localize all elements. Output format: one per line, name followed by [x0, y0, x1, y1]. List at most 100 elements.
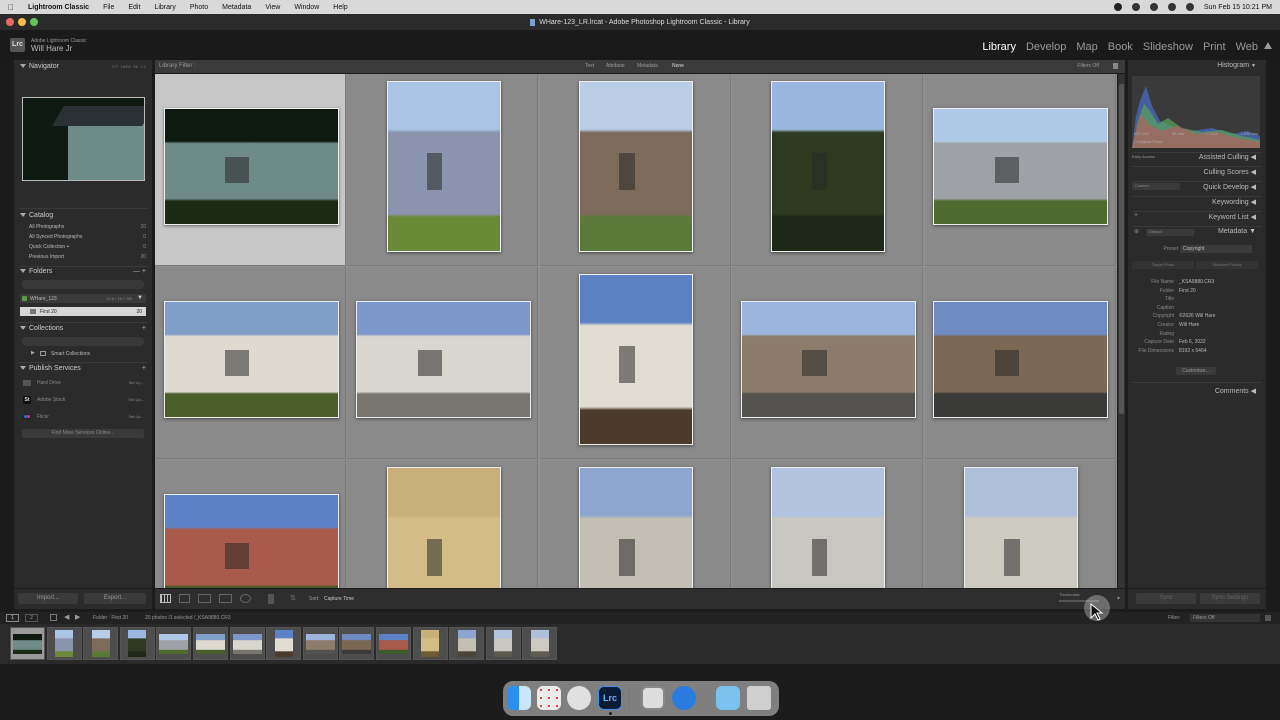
screenshot-icon[interactable] [641, 686, 665, 710]
metadata-row[interactable]: Creator Will Hare [1128, 322, 1266, 330]
grid-cell[interactable] [924, 460, 1116, 588]
metadata-value[interactable]: Feb 6, 2022 [1179, 339, 1206, 345]
folders-search-field[interactable] [22, 280, 144, 289]
catalog-item-all-photographs[interactable]: All Photographs 20 [14, 224, 152, 233]
module-develop[interactable]: Develop [1026, 41, 1066, 53]
grid-cell[interactable] [924, 267, 1116, 459]
grid-cell[interactable] [732, 267, 924, 459]
menu-metadata[interactable]: Metadata [222, 4, 251, 11]
menubar-clock[interactable]: Sun Feb 15 10:21 PM [1204, 4, 1272, 11]
filter-attribute[interactable]: Attribute [606, 63, 625, 69]
module-library[interactable]: Library [982, 41, 1016, 53]
menu-edit[interactable]: Edit [128, 4, 140, 11]
photo-thumbnail[interactable] [578, 467, 693, 588]
metadata-row[interactable]: File Dimensions 8192 x 5464 [1128, 348, 1266, 356]
grid-view-icon[interactable] [160, 594, 171, 603]
collections-add-icon[interactable]: + [142, 323, 146, 334]
histogram-header[interactable]: Histogram ▼ [1217, 62, 1256, 69]
scrollbar-knob[interactable] [1119, 84, 1124, 414]
thumbnail-grid[interactable] [155, 74, 1117, 588]
filmstrip-thumbnail[interactable] [156, 627, 192, 660]
menu-window[interactable]: Window [294, 4, 319, 11]
assisted-culling-header[interactable]: Assisted Culling ◀ [1199, 153, 1256, 161]
survey-view-icon[interactable] [219, 594, 232, 603]
catalog-header[interactable]: Catalog [14, 210, 152, 221]
filmstrip-thumbnail[interactable] [229, 627, 265, 660]
metadata-header[interactable]: Metadata ▼ [1218, 228, 1256, 235]
creative-cloud-icon[interactable] [1131, 3, 1140, 11]
photo-thumbnail[interactable] [163, 301, 339, 418]
publish-adobe-stock[interactable]: St Adobe Stock Set Up... [20, 395, 146, 405]
target-photo-button[interactable]: Target Photo [1132, 261, 1194, 269]
grid-cell[interactable] [347, 267, 539, 459]
page-1-button[interactable]: 1 [6, 614, 19, 622]
metadata-row[interactable]: File Name _KSA9880.CR3 [1128, 279, 1266, 287]
filter-none[interactable]: None [672, 63, 684, 69]
menu-library[interactable]: Library [154, 4, 175, 11]
keyword-list-header[interactable]: Keyword List ◀ [1209, 213, 1256, 221]
photo-thumbnail[interactable] [963, 467, 1078, 588]
metadata-value[interactable]: Will Hare [1179, 322, 1199, 328]
metadata-row[interactable]: Caption [1128, 305, 1266, 313]
control-center-icon[interactable] [1185, 3, 1194, 11]
menu-view[interactable]: View [265, 4, 280, 11]
menu-photo[interactable]: Photo [190, 4, 208, 11]
metadata-row[interactable]: Copyright ©2026 Will Hare [1128, 313, 1266, 321]
menu-help[interactable]: Help [333, 4, 347, 11]
filter-switch-icon[interactable] [1265, 615, 1271, 621]
grid-cell[interactable] [347, 74, 539, 266]
filmstrip-thumbnail[interactable] [449, 627, 485, 660]
navigator-zoom-options[interactable]: FIT 100% Fill 1:1 [112, 61, 146, 72]
photo-thumbnail[interactable] [740, 301, 916, 418]
module-book[interactable]: Book [1108, 41, 1133, 53]
photo-thumbnail[interactable] [771, 467, 886, 588]
sort-direction-icon[interactable]: ⇅ [290, 594, 296, 602]
filmstrip-source[interactable]: Folder : First 20 [93, 615, 128, 621]
quick-develop-header[interactable]: Quick Develop ◀ [1203, 183, 1256, 191]
painter-icon[interactable] [268, 594, 274, 604]
metadata-value[interactable]: _KSA9880.CR3 [1179, 279, 1214, 285]
photo-thumbnail[interactable] [933, 301, 1109, 418]
trash-icon[interactable] [747, 686, 771, 710]
grid-cell[interactable] [155, 74, 346, 266]
collections-search-field[interactable] [22, 337, 144, 346]
launchpad-icon[interactable] [537, 686, 561, 710]
filmstrip-thumbnail[interactable] [376, 627, 411, 660]
grid-cell[interactable] [155, 267, 346, 459]
quicktime-icon[interactable] [672, 686, 696, 710]
grid-cell[interactable] [539, 460, 731, 588]
filmstrip-thumbnail[interactable] [302, 627, 338, 660]
zoom-window-button[interactable] [30, 18, 38, 26]
folders-header[interactable]: Folders — + [14, 266, 152, 277]
cloud-sync-icon[interactable] [1264, 42, 1272, 49]
filmstrip-thumbnail[interactable] [46, 627, 82, 660]
search-icon[interactable] [1167, 3, 1176, 11]
publish-add-icon[interactable]: + [142, 363, 146, 374]
filmstrip-thumbnail[interactable] [83, 627, 119, 660]
grid-cell[interactable] [924, 74, 1116, 266]
grid-shortcut-icon[interactable] [50, 614, 57, 621]
photo-thumbnail[interactable] [933, 108, 1109, 225]
find-more-services-button[interactable]: Find More Services Online... [22, 429, 144, 438]
export-button[interactable]: Export... [84, 593, 146, 604]
grid-cell[interactable] [155, 460, 346, 588]
comments-header[interactable]: Comments ◀ [1215, 387, 1256, 395]
navigator-preview[interactable] [22, 97, 145, 181]
metadata-row[interactable]: Rating [1128, 331, 1266, 339]
grid-cell[interactable] [347, 460, 539, 588]
collections-header[interactable]: Collections + [14, 323, 152, 334]
back-arrow-icon[interactable]: ◀ [64, 613, 69, 621]
photo-thumbnail[interactable] [578, 274, 693, 445]
sort-dropdown[interactable]: Capture Time [324, 596, 354, 602]
photo-thumbnail[interactable] [771, 81, 886, 252]
volume-dropdown-icon[interactable]: ▼ [137, 295, 143, 301]
menu-file[interactable]: File [103, 4, 114, 11]
publish-flickr[interactable]: Flickr Set Up... [20, 412, 146, 422]
photo-thumbnail[interactable] [356, 301, 532, 418]
filter-metadata[interactable]: Metadata [637, 63, 658, 69]
loupe-view-icon[interactable] [179, 594, 190, 603]
metadata-value[interactable]: ©2026 Will Hare [1179, 313, 1215, 319]
histogram-chart[interactable]: ISO 100 85 mm f / 5.6 1/250 sec □ Original … [1132, 76, 1260, 148]
filter-lock-icon[interactable] [1113, 63, 1118, 69]
apple-icon[interactable]:  [8, 3, 14, 12]
